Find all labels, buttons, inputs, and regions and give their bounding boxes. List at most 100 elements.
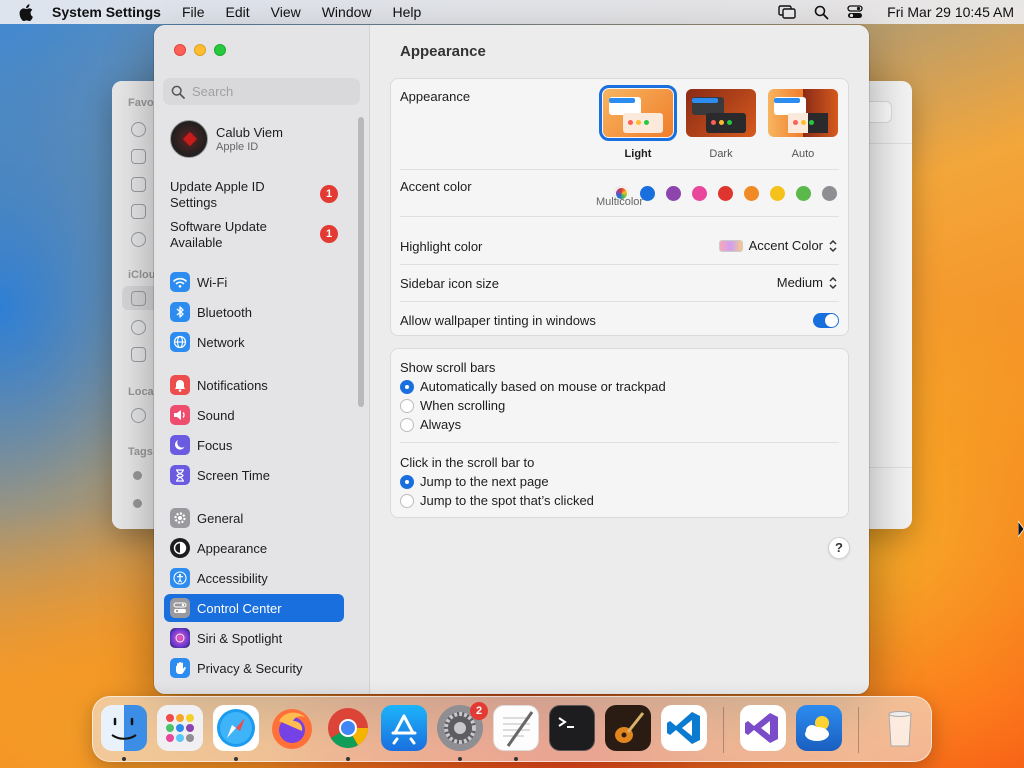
apple-id-account[interactable]: Calub Viem Apple ID bbox=[170, 120, 283, 158]
finder-divider bbox=[868, 467, 912, 468]
garageband-icon[interactable] bbox=[605, 705, 651, 751]
highlight-color-popup[interactable]: Accent Color bbox=[718, 238, 838, 253]
scroll-bars-when-scrolling-option[interactable]: When scrolling bbox=[400, 398, 505, 413]
accent-color-label: Accent color bbox=[400, 179, 472, 194]
vscode-icon[interactable] bbox=[661, 705, 707, 751]
tag-dot-icon[interactable] bbox=[133, 471, 142, 480]
zoom-button[interactable] bbox=[214, 44, 226, 56]
scroll-bars-always-option[interactable]: Always bbox=[400, 417, 461, 432]
appearance-label: Appearance bbox=[400, 89, 471, 104]
notice-badge: 1 bbox=[320, 225, 338, 243]
documents-icon[interactable] bbox=[131, 204, 146, 219]
notice-line: Software Update bbox=[170, 219, 267, 234]
minimize-button[interactable] bbox=[194, 44, 206, 56]
sidebar-item-notifications[interactable]: Notifications bbox=[164, 371, 344, 399]
click-spot-option[interactable]: Jump to the spot that’s clicked bbox=[400, 493, 594, 508]
appearance-dark-option[interactable] bbox=[686, 89, 756, 137]
radio-selected-icon[interactable] bbox=[400, 379, 414, 394]
sidebar-item-accessibility[interactable]: Accessibility bbox=[164, 564, 344, 592]
click-next-page-option[interactable]: Jump to the next page bbox=[400, 474, 549, 489]
wallpaper-tinting-label: Allow wallpaper tinting in windows bbox=[400, 313, 596, 328]
sidebar-item-label: General bbox=[197, 510, 244, 526]
radio-icon[interactable] bbox=[400, 398, 414, 413]
network-icon[interactable] bbox=[131, 408, 146, 423]
appearance-light-option[interactable] bbox=[599, 85, 677, 141]
downloads-icon[interactable] bbox=[131, 232, 146, 247]
appearance-auto-option[interactable] bbox=[768, 89, 838, 137]
menu-edit[interactable]: Edit bbox=[226, 4, 250, 20]
thumb-dot-icon bbox=[636, 120, 641, 125]
recents-icon[interactable] bbox=[131, 122, 146, 137]
hourglass-icon bbox=[170, 465, 190, 485]
terminal-icon[interactable] bbox=[549, 705, 595, 751]
accent-color-swatch[interactable] bbox=[692, 186, 707, 201]
folder-icon[interactable] bbox=[131, 291, 146, 306]
launchpad-icon[interactable] bbox=[157, 705, 203, 751]
radio-selected-icon[interactable] bbox=[400, 474, 414, 489]
sidebar-scrollbar[interactable] bbox=[358, 117, 364, 407]
sidebar-item-wifi[interactable]: Wi-Fi bbox=[164, 268, 344, 296]
accent-color-swatch[interactable] bbox=[770, 186, 785, 201]
menu-app-name[interactable]: System Settings bbox=[52, 4, 161, 20]
radio-icon[interactable] bbox=[400, 493, 414, 508]
menu-view[interactable]: View bbox=[271, 4, 301, 20]
control-center-icon[interactable] bbox=[845, 3, 865, 21]
scroll-bars-automatic-option[interactable]: Automatically based on mouse or trackpad bbox=[400, 379, 666, 394]
radio-icon[interactable] bbox=[400, 417, 414, 432]
app-store-icon[interactable] bbox=[381, 705, 427, 751]
sidebar-item-control-center[interactable]: Control Center bbox=[164, 594, 344, 622]
safari-icon[interactable] bbox=[213, 705, 259, 751]
menu-clock[interactable]: Fri Mar 29 10:45 AM bbox=[887, 4, 1014, 20]
apple-menu-icon[interactable] bbox=[16, 2, 36, 22]
radio-label: Automatically based on mouse or trackpad bbox=[420, 379, 666, 394]
sidebar-item-network[interactable]: Network bbox=[164, 328, 344, 356]
finder-icon[interactable] bbox=[101, 705, 147, 751]
help-button[interactable]: ? bbox=[828, 537, 850, 559]
desktop-icon[interactable] bbox=[131, 177, 146, 192]
firefox-icon[interactable] bbox=[269, 705, 315, 751]
sidebar-item-label: Focus bbox=[197, 437, 233, 453]
accent-color-swatch[interactable] bbox=[718, 186, 733, 201]
update-apple-id-notice[interactable]: Update Apple ID Settings bbox=[170, 179, 340, 211]
sidebar-item-bluetooth[interactable]: Bluetooth bbox=[164, 298, 344, 326]
accent-color-swatch[interactable] bbox=[796, 186, 811, 201]
chrome-icon[interactable] bbox=[325, 705, 371, 751]
sidebar-item-general[interactable]: General bbox=[164, 504, 344, 532]
sidebar-item-screen-time[interactable]: Screen Time bbox=[164, 461, 344, 489]
textedit-icon[interactable] bbox=[493, 705, 539, 751]
software-update-notice[interactable]: Software Update Available bbox=[170, 219, 340, 251]
shared-folder-icon[interactable] bbox=[131, 347, 146, 362]
bell-icon bbox=[170, 375, 190, 395]
trash-icon[interactable] bbox=[877, 705, 923, 751]
screen-mirroring-icon[interactable] bbox=[777, 3, 797, 21]
spotlight-search-icon[interactable] bbox=[811, 3, 831, 21]
account-subtitle: Apple ID bbox=[216, 141, 259, 153]
menu-help[interactable]: Help bbox=[393, 4, 422, 20]
highlight-swatch-icon bbox=[718, 239, 743, 252]
accent-color-swatch[interactable] bbox=[666, 186, 681, 201]
sidebar-item-sound[interactable]: Sound bbox=[164, 401, 344, 429]
thumb-dot-icon bbox=[793, 120, 798, 125]
weather-icon[interactable] bbox=[796, 705, 842, 751]
close-button[interactable] bbox=[174, 44, 186, 56]
finder-section-label: Favo bbox=[128, 97, 154, 109]
accent-color-swatch[interactable] bbox=[744, 186, 759, 201]
accent-color-swatch[interactable] bbox=[822, 186, 837, 201]
menu-window[interactable]: Window bbox=[322, 4, 372, 20]
menu-file[interactable]: File bbox=[182, 4, 205, 20]
sidebar-icon-size-popup[interactable]: Medium bbox=[777, 275, 838, 290]
appearance-icon bbox=[170, 538, 190, 558]
tag-dot-icon[interactable] bbox=[133, 499, 142, 508]
sidebar-item-privacy-security[interactable]: Privacy & Security bbox=[164, 654, 344, 682]
search-input[interactable] bbox=[192, 84, 352, 99]
visual-studio-icon[interactable] bbox=[740, 705, 786, 751]
applications-icon[interactable] bbox=[131, 149, 146, 164]
thumb-dot-icon bbox=[628, 120, 633, 125]
search-field[interactable] bbox=[163, 78, 360, 105]
divider bbox=[400, 264, 839, 265]
sidebar-item-appearance[interactable]: Appearance bbox=[164, 534, 344, 562]
sidebar-item-siri-spotlight[interactable]: Siri & Spotlight bbox=[164, 624, 344, 652]
icloud-icon[interactable] bbox=[131, 320, 146, 335]
wallpaper-tinting-toggle[interactable] bbox=[813, 313, 839, 328]
sidebar-item-focus[interactable]: Focus bbox=[164, 431, 344, 459]
